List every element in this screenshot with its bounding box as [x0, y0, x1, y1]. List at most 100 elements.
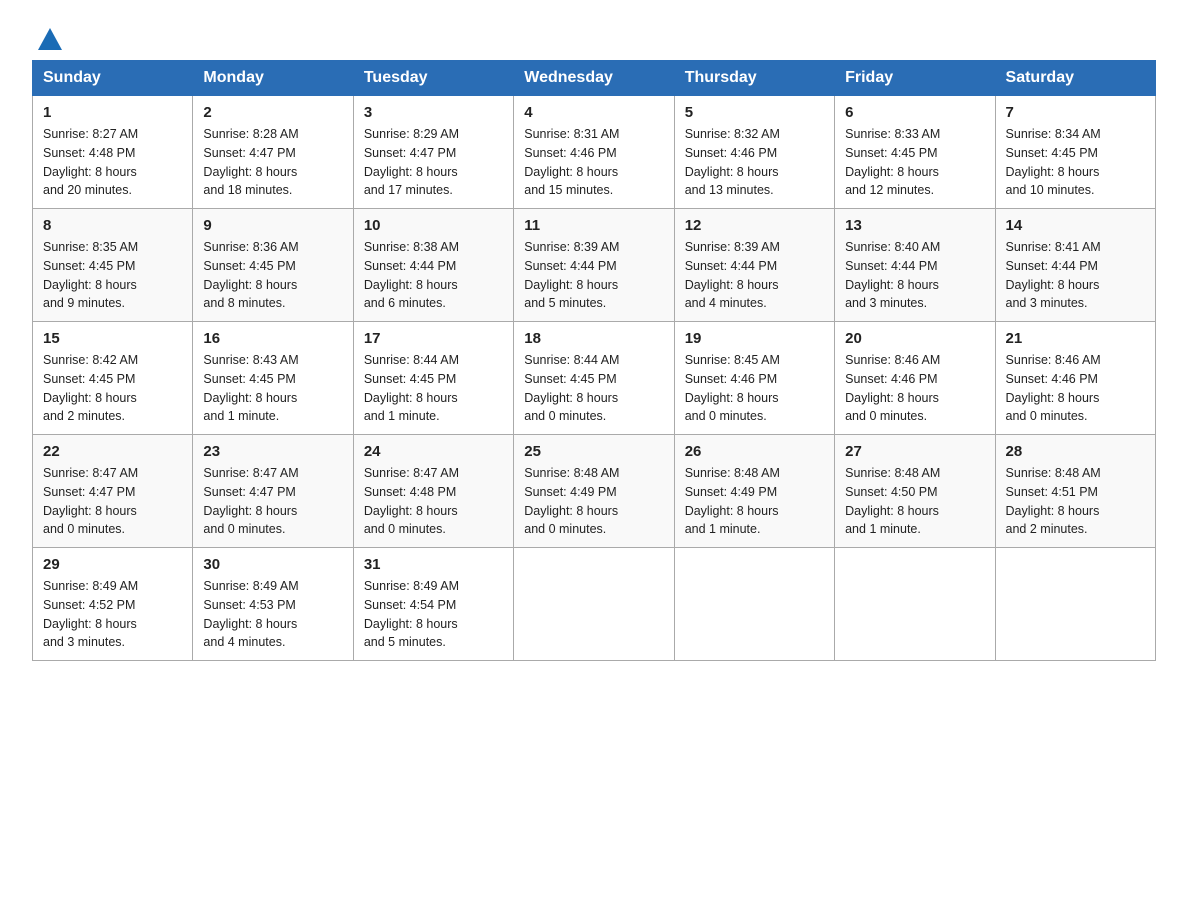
- day-info: Sunrise: 8:42 AMSunset: 4:45 PMDaylight:…: [43, 351, 182, 426]
- calendar-cell: 23 Sunrise: 8:47 AMSunset: 4:47 PMDayligh…: [193, 435, 353, 548]
- day-number: 17: [364, 330, 503, 347]
- day-info: Sunrise: 8:44 AMSunset: 4:45 PMDaylight:…: [364, 351, 503, 426]
- day-number: 14: [1006, 217, 1145, 234]
- day-info: Sunrise: 8:28 AMSunset: 4:47 PMDaylight:…: [203, 125, 342, 200]
- calendar-cell: 27 Sunrise: 8:48 AMSunset: 4:50 PMDayligh…: [835, 435, 995, 548]
- day-info: Sunrise: 8:46 AMSunset: 4:46 PMDaylight:…: [845, 351, 984, 426]
- page-header: [32, 24, 1156, 48]
- calendar-cell: [514, 548, 674, 661]
- day-info: Sunrise: 8:43 AMSunset: 4:45 PMDaylight:…: [203, 351, 342, 426]
- weekday-header-friday: Friday: [835, 61, 995, 96]
- calendar-cell: [995, 548, 1155, 661]
- calendar-week-row: 1 Sunrise: 8:27 AMSunset: 4:48 PMDaylight…: [33, 96, 1156, 209]
- day-number: 31: [364, 556, 503, 573]
- day-info: Sunrise: 8:34 AMSunset: 4:45 PMDaylight:…: [1006, 125, 1145, 200]
- calendar-cell: 24 Sunrise: 8:47 AMSunset: 4:48 PMDayligh…: [353, 435, 513, 548]
- day-number: 1: [43, 104, 182, 121]
- day-info: Sunrise: 8:31 AMSunset: 4:46 PMDaylight:…: [524, 125, 663, 200]
- logo-triangle-icon: [34, 22, 66, 54]
- calendar-cell: 13 Sunrise: 8:40 AMSunset: 4:44 PMDayligh…: [835, 209, 995, 322]
- weekday-header-thursday: Thursday: [674, 61, 834, 96]
- day-number: 21: [1006, 330, 1145, 347]
- day-info: Sunrise: 8:39 AMSunset: 4:44 PMDaylight:…: [524, 238, 663, 313]
- day-info: Sunrise: 8:39 AMSunset: 4:44 PMDaylight:…: [685, 238, 824, 313]
- day-info: Sunrise: 8:48 AMSunset: 4:49 PMDaylight:…: [685, 464, 824, 539]
- day-number: 3: [364, 104, 503, 121]
- day-info: Sunrise: 8:36 AMSunset: 4:45 PMDaylight:…: [203, 238, 342, 313]
- calendar-cell: 28 Sunrise: 8:48 AMSunset: 4:51 PMDayligh…: [995, 435, 1155, 548]
- calendar-week-row: 8Sunrise: 8:35 AMSunset: 4:45 PMDaylight…: [33, 209, 1156, 322]
- calendar-cell: 20Sunrise: 8:46 AMSunset: 4:46 PMDayligh…: [835, 322, 995, 435]
- calendar-week-row: 22 Sunrise: 8:47 AMSunset: 4:47 PMDayligh…: [33, 435, 1156, 548]
- calendar-week-row: 29 Sunrise: 8:49 AMSunset: 4:52 PMDayligh…: [33, 548, 1156, 661]
- calendar-cell: 10 Sunrise: 8:38 AMSunset: 4:44 PMDayligh…: [353, 209, 513, 322]
- calendar-cell: 30 Sunrise: 8:49 AMSunset: 4:53 PMDayligh…: [193, 548, 353, 661]
- day-number: 25: [524, 443, 663, 460]
- day-number: 2: [203, 104, 342, 121]
- calendar-cell: 29 Sunrise: 8:49 AMSunset: 4:52 PMDayligh…: [33, 548, 193, 661]
- day-info: Sunrise: 8:49 AMSunset: 4:54 PMDaylight:…: [364, 577, 503, 652]
- calendar-cell: 17 Sunrise: 8:44 AMSunset: 4:45 PMDayligh…: [353, 322, 513, 435]
- day-number: 6: [845, 104, 984, 121]
- calendar-cell: 9Sunrise: 8:36 AMSunset: 4:45 PMDaylight…: [193, 209, 353, 322]
- calendar-cell: 31 Sunrise: 8:49 AMSunset: 4:54 PMDayligh…: [353, 548, 513, 661]
- calendar-cell: 25Sunrise: 8:48 AMSunset: 4:49 PMDayligh…: [514, 435, 674, 548]
- calendar-cell: 2 Sunrise: 8:28 AMSunset: 4:47 PMDaylight…: [193, 96, 353, 209]
- calendar-cell: 21 Sunrise: 8:46 AMSunset: 4:46 PMDayligh…: [995, 322, 1155, 435]
- day-number: 12: [685, 217, 824, 234]
- day-number: 27: [845, 443, 984, 460]
- day-number: 23: [203, 443, 342, 460]
- weekday-header-monday: Monday: [193, 61, 353, 96]
- day-info: Sunrise: 8:48 AMSunset: 4:50 PMDaylight:…: [845, 464, 984, 539]
- day-info: Sunrise: 8:35 AMSunset: 4:45 PMDaylight:…: [43, 238, 182, 313]
- calendar-cell: 18 Sunrise: 8:44 AMSunset: 4:45 PMDayligh…: [514, 322, 674, 435]
- day-info: Sunrise: 8:40 AMSunset: 4:44 PMDaylight:…: [845, 238, 984, 313]
- day-info: Sunrise: 8:44 AMSunset: 4:45 PMDaylight:…: [524, 351, 663, 426]
- day-info: Sunrise: 8:48 AMSunset: 4:51 PMDaylight:…: [1006, 464, 1145, 539]
- calendar-cell: 5Sunrise: 8:32 AMSunset: 4:46 PMDaylight…: [674, 96, 834, 209]
- day-info: Sunrise: 8:49 AMSunset: 4:52 PMDaylight:…: [43, 577, 182, 652]
- day-number: 5: [685, 104, 824, 121]
- day-info: Sunrise: 8:49 AMSunset: 4:53 PMDaylight:…: [203, 577, 342, 652]
- day-number: 10: [364, 217, 503, 234]
- calendar-cell: 22 Sunrise: 8:47 AMSunset: 4:47 PMDayligh…: [33, 435, 193, 548]
- day-number: 11: [524, 217, 663, 234]
- weekday-header-tuesday: Tuesday: [353, 61, 513, 96]
- day-number: 24: [364, 443, 503, 460]
- day-number: 4: [524, 104, 663, 121]
- calendar-cell: 6 Sunrise: 8:33 AMSunset: 4:45 PMDaylight…: [835, 96, 995, 209]
- day-info: Sunrise: 8:47 AMSunset: 4:47 PMDaylight:…: [43, 464, 182, 539]
- day-number: 26: [685, 443, 824, 460]
- day-number: 7: [1006, 104, 1145, 121]
- calendar-cell: [674, 548, 834, 661]
- day-info: Sunrise: 8:33 AMSunset: 4:45 PMDaylight:…: [845, 125, 984, 200]
- day-number: 18: [524, 330, 663, 347]
- calendar-cell: 19 Sunrise: 8:45 AMSunset: 4:46 PMDayligh…: [674, 322, 834, 435]
- calendar-table: SundayMondayTuesdayWednesdayThursdayFrid…: [32, 60, 1156, 661]
- day-number: 29: [43, 556, 182, 573]
- day-number: 30: [203, 556, 342, 573]
- day-number: 19: [685, 330, 824, 347]
- day-number: 22: [43, 443, 182, 460]
- day-number: 15: [43, 330, 182, 347]
- day-info: Sunrise: 8:38 AMSunset: 4:44 PMDaylight:…: [364, 238, 503, 313]
- day-number: 28: [1006, 443, 1145, 460]
- calendar-cell: 26 Sunrise: 8:48 AMSunset: 4:49 PMDayligh…: [674, 435, 834, 548]
- day-number: 13: [845, 217, 984, 234]
- day-info: Sunrise: 8:27 AMSunset: 4:48 PMDaylight:…: [43, 125, 182, 200]
- day-info: Sunrise: 8:47 AMSunset: 4:47 PMDaylight:…: [203, 464, 342, 539]
- weekday-header-wednesday: Wednesday: [514, 61, 674, 96]
- day-info: Sunrise: 8:45 AMSunset: 4:46 PMDaylight:…: [685, 351, 824, 426]
- calendar-cell: 8Sunrise: 8:35 AMSunset: 4:45 PMDaylight…: [33, 209, 193, 322]
- day-info: Sunrise: 8:47 AMSunset: 4:48 PMDaylight:…: [364, 464, 503, 539]
- logo: [32, 24, 66, 48]
- calendar-cell: 16Sunrise: 8:43 AMSunset: 4:45 PMDayligh…: [193, 322, 353, 435]
- day-info: Sunrise: 8:41 AMSunset: 4:44 PMDaylight:…: [1006, 238, 1145, 313]
- calendar-cell: 12 Sunrise: 8:39 AMSunset: 4:44 PMDayligh…: [674, 209, 834, 322]
- calendar-week-row: 15 Sunrise: 8:42 AMSunset: 4:45 PMDayligh…: [33, 322, 1156, 435]
- calendar-cell: 4 Sunrise: 8:31 AMSunset: 4:46 PMDaylight…: [514, 96, 674, 209]
- calendar-cell: 11 Sunrise: 8:39 AMSunset: 4:44 PMDayligh…: [514, 209, 674, 322]
- calendar-cell: 14 Sunrise: 8:41 AMSunset: 4:44 PMDayligh…: [995, 209, 1155, 322]
- day-info: Sunrise: 8:29 AMSunset: 4:47 PMDaylight:…: [364, 125, 503, 200]
- day-info: Sunrise: 8:46 AMSunset: 4:46 PMDaylight:…: [1006, 351, 1145, 426]
